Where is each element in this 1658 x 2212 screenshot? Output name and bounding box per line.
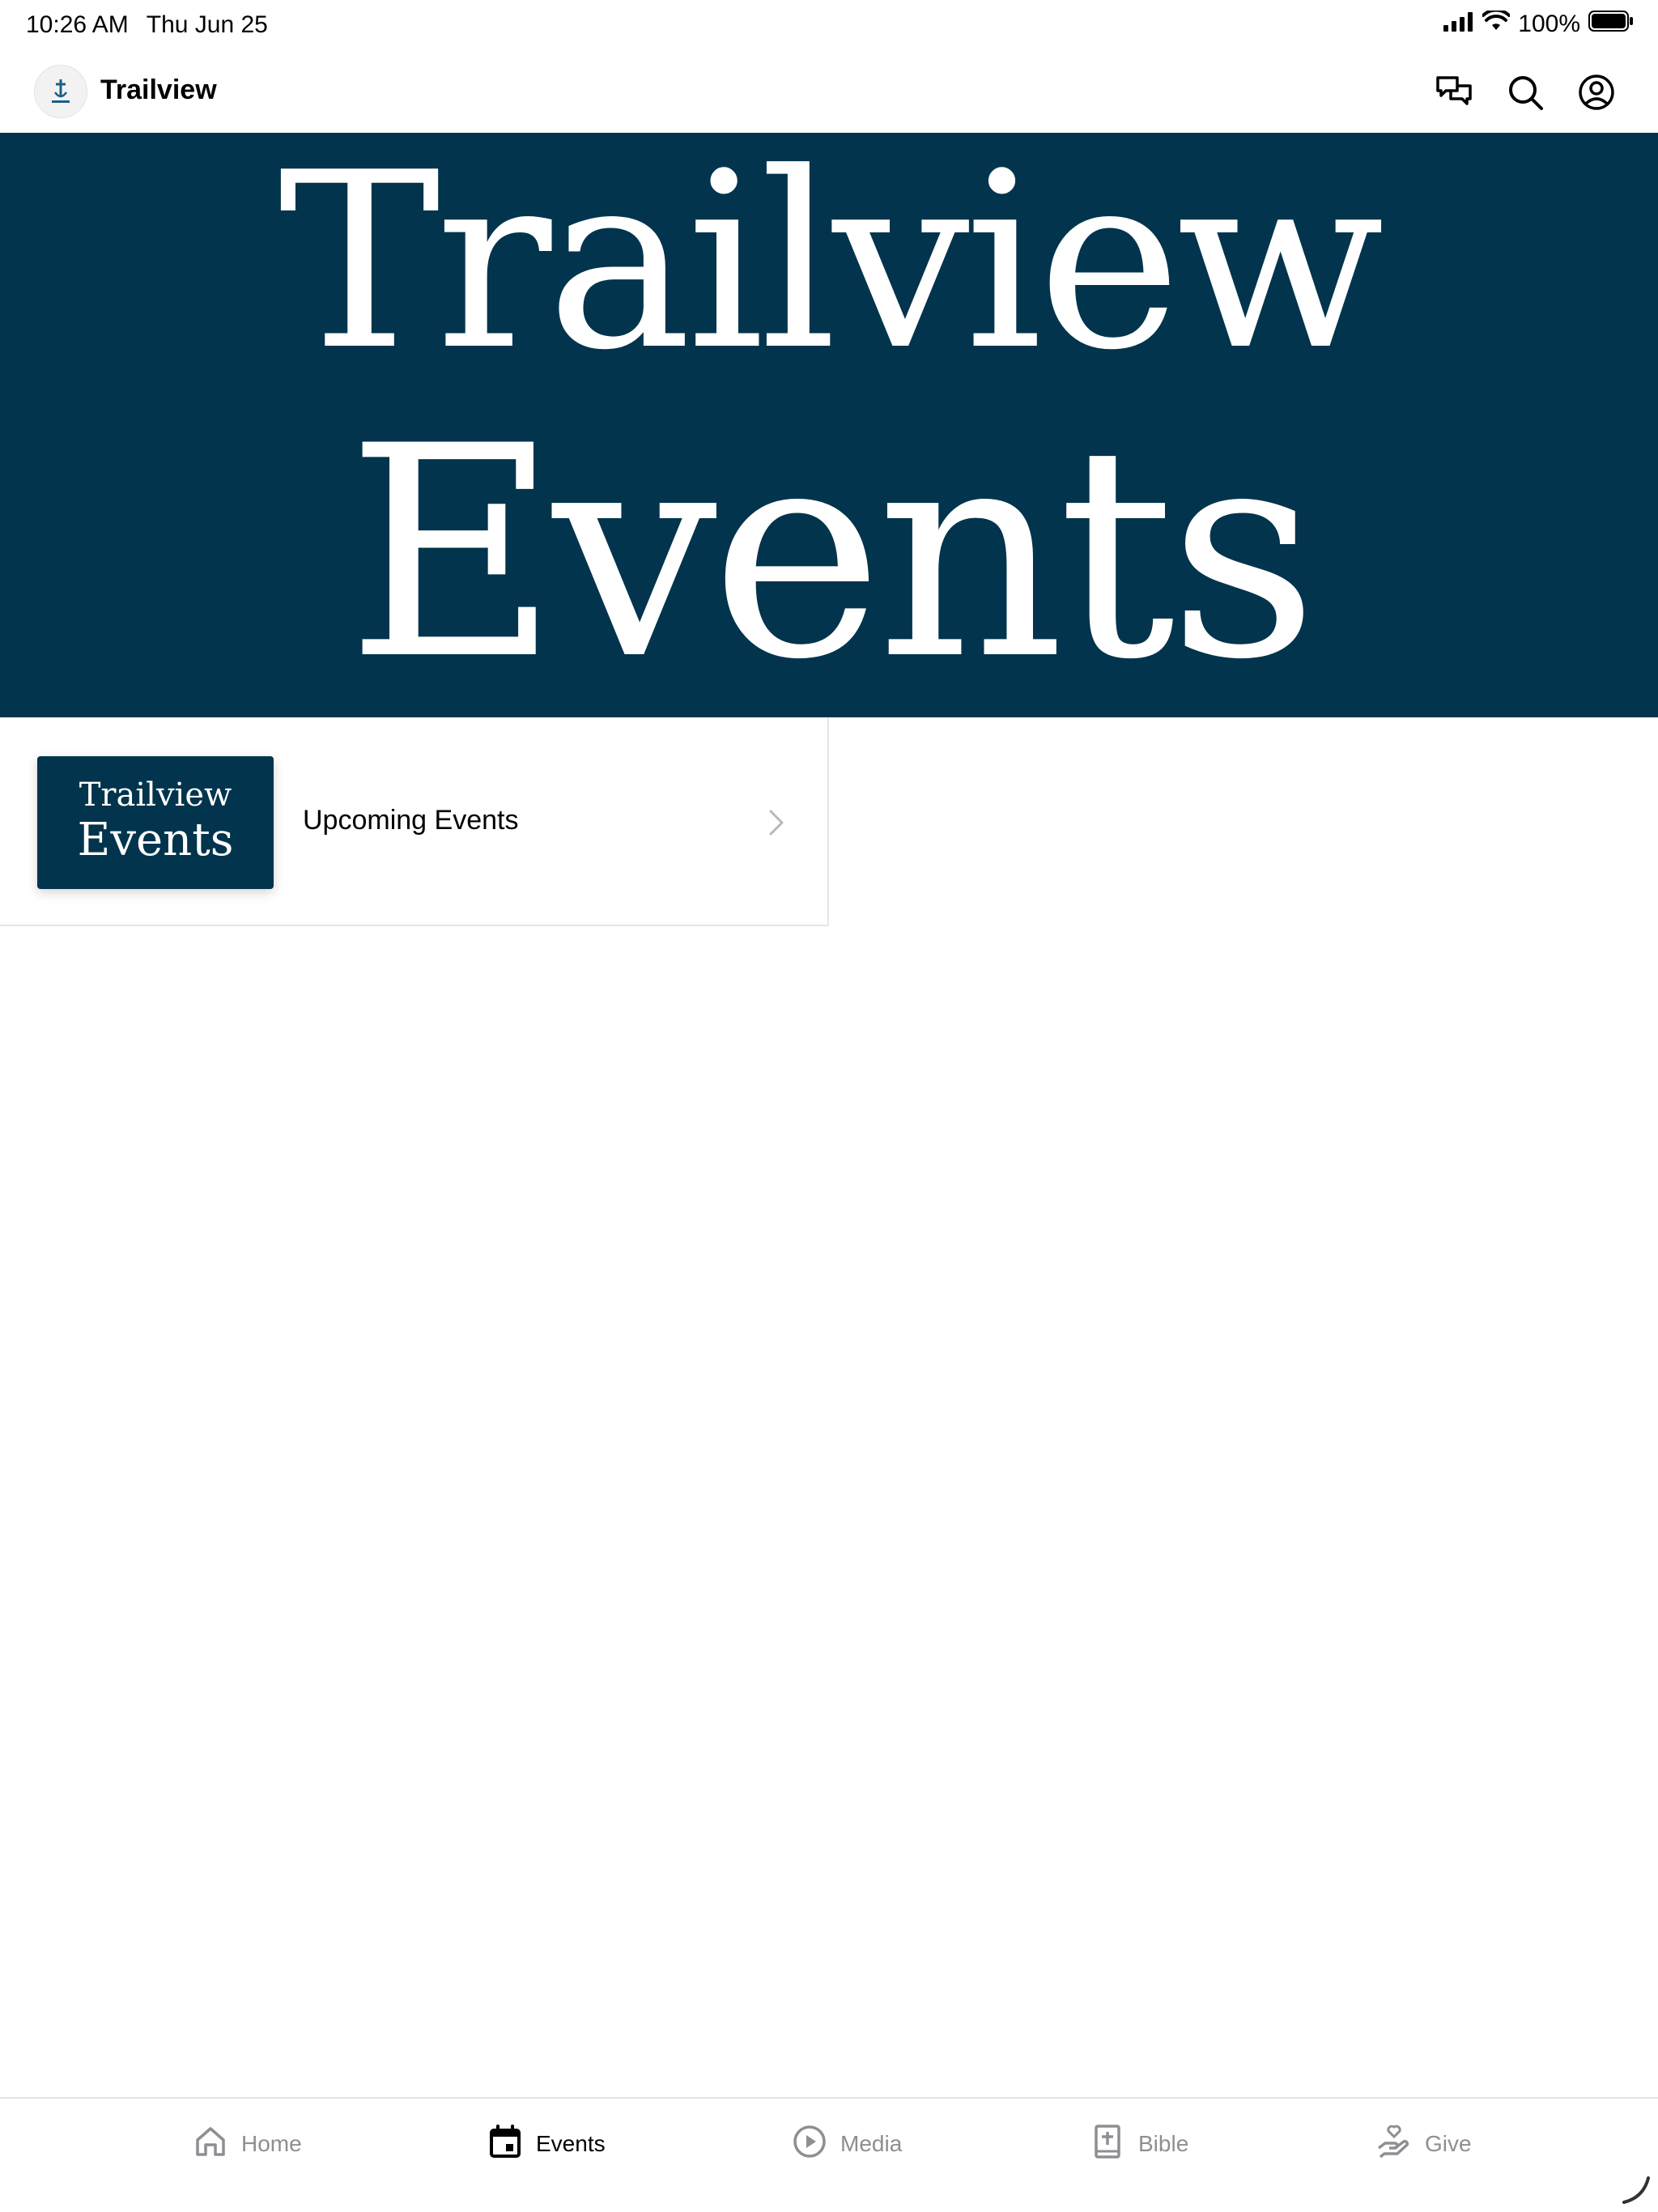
status-bar: 10:26 AM Thu Jun 25 100%: [0, 0, 1658, 52]
events-list: Trailview Events Upcoming Events: [0, 717, 829, 926]
logo-icon: [52, 79, 70, 103]
tab-give[interactable]: Give: [1376, 2121, 1472, 2167]
tab-give-label: Give: [1425, 2131, 1472, 2156]
list-item-thumbnail: Trailview Events: [37, 756, 274, 889]
status-right: 100%: [1443, 8, 1634, 39]
status-date: Thu Jun 25: [146, 11, 268, 38]
top-navigation-bar: Trailview: [0, 52, 1658, 133]
app-title: Trailview: [100, 74, 217, 105]
search-icon[interactable]: [1506, 73, 1545, 112]
calendar-icon: [487, 2124, 523, 2165]
chat-icon[interactable]: [1435, 73, 1473, 112]
tab-events-label: Events: [536, 2131, 606, 2156]
thumbnail-line1: Trailview: [79, 776, 232, 814]
status-time: 10:26 AM: [26, 11, 129, 38]
home-icon: [193, 2124, 228, 2165]
battery-icon: [1588, 10, 1634, 39]
church-logo-avatar[interactable]: [34, 65, 87, 118]
cellular-signal-icon: [1443, 11, 1474, 38]
list-item-label: Upcoming Events: [303, 805, 519, 836]
profile-icon[interactable]: [1577, 73, 1616, 112]
scroll-indicator-icon: [1619, 2173, 1652, 2206]
play-icon: [792, 2124, 827, 2165]
tab-media[interactable]: Media: [792, 2121, 902, 2167]
hero-title-line2: Events: [346, 384, 1319, 717]
thumbnail-line2: Events: [77, 814, 234, 866]
bottom-tab-bar: Home Events Media Bible Give: [0, 2097, 1658, 2212]
tab-bible[interactable]: Bible: [1090, 2121, 1188, 2167]
chevron-right-icon: [764, 806, 789, 839]
tab-home[interactable]: Home: [193, 2121, 302, 2167]
bible-icon: [1090, 2124, 1125, 2165]
battery-percent: 100%: [1518, 11, 1580, 37]
tab-media-label: Media: [840, 2131, 903, 2156]
app-screen: 10:26 AM Thu Jun 25 100% Trailview Trail…: [0, 0, 1658, 2212]
tab-bible-label: Bible: [1138, 2131, 1189, 2156]
give-icon: [1376, 2124, 1412, 2165]
tab-events[interactable]: Events: [487, 2121, 606, 2167]
tab-home-label: Home: [241, 2131, 302, 2156]
events-hero-banner: Trailview Events: [0, 133, 1658, 717]
hero-title-line1: Trailview: [278, 133, 1384, 403]
wifi-icon: [1482, 8, 1511, 38]
status-left: 10:26 AM Thu Jun 25: [26, 11, 268, 39]
